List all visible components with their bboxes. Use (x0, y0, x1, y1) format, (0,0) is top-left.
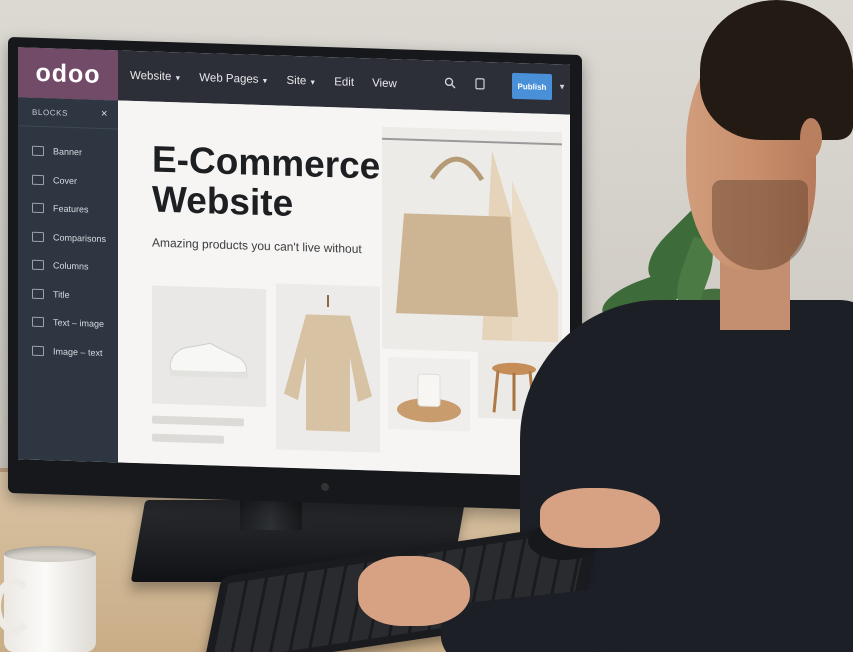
block-columns[interactable]: Columns (18, 250, 118, 282)
columns-icon (32, 259, 44, 271)
comparisons-icon (32, 231, 44, 242)
logo[interactable]: odoo (18, 47, 118, 101)
block-label: Banner (53, 146, 83, 158)
block-text-image[interactable]: Text – image (18, 307, 118, 339)
block-label: Features (53, 203, 89, 215)
menu-site[interactable]: Site ▼ (286, 75, 316, 88)
block-label: Image – text (53, 346, 103, 358)
cover-icon (32, 174, 44, 185)
chevron-down-icon: ▼ (174, 75, 182, 83)
block-label: Cover (53, 175, 78, 186)
block-list: Banner Cover Features Comparisons Column… (18, 126, 118, 367)
product-image-sneaker[interactable] (152, 285, 266, 408)
chevron-down-icon: ▼ (261, 77, 269, 86)
hero-title[interactable]: E-Commerce Website (152, 139, 392, 228)
block-banner[interactable]: Banner (18, 136, 118, 168)
menu-view[interactable]: View (372, 77, 397, 90)
right-hand (540, 488, 660, 548)
menu-web-pages-label: Web Pages (199, 71, 259, 86)
chevron-down-icon: ▼ (309, 79, 317, 87)
main-menu: Website ▼ Web Pages ▼ Site ▼ Edit View (130, 51, 397, 109)
scene: odoo Website ▼ Web Pages ▼ Site ▼ Edit View (0, 0, 853, 652)
blocks-sidebar: BLOCKS × Banner Cover Features Compariso… (18, 97, 118, 463)
left-hand (358, 556, 470, 626)
search-icon[interactable] (444, 77, 456, 92)
block-comparisons[interactable]: Comparisons (18, 222, 118, 254)
chevron-down-icon[interactable]: ▼ (558, 82, 566, 91)
features-icon (32, 202, 44, 214)
power-button (321, 482, 329, 492)
menu-website-label: Website (130, 69, 172, 84)
menu-edit[interactable]: Edit (334, 76, 354, 89)
product-image-sweater[interactable] (276, 283, 380, 453)
title-icon (32, 288, 44, 299)
publish-button[interactable]: Publish (512, 72, 552, 101)
text-placeholder (152, 433, 224, 444)
block-features[interactable]: Features (18, 193, 118, 225)
image-text-icon (32, 345, 44, 356)
text-image-icon (32, 316, 44, 328)
close-icon[interactable]: × (101, 108, 108, 120)
top-icons (444, 77, 486, 93)
mug-rim (4, 546, 96, 562)
person-beard (712, 180, 808, 270)
logo-text: odoo (35, 58, 101, 89)
menu-website[interactable]: Website ▼ (130, 70, 181, 84)
hero-subtitle[interactable]: Amazing products you can't live without (152, 236, 362, 257)
screen: odoo Website ▼ Web Pages ▼ Site ▼ Edit View (18, 47, 570, 477)
menu-site-label: Site (286, 74, 307, 88)
text-placeholder (152, 415, 244, 427)
block-title[interactable]: Title (18, 279, 118, 311)
monitor: odoo Website ▼ Web Pages ▼ Site ▼ Edit View (8, 36, 582, 512)
block-label: Text – image (53, 317, 105, 330)
mobile-preview-icon[interactable] (474, 78, 486, 93)
product-image-cup[interactable] (388, 356, 470, 432)
banner-icon (32, 145, 44, 157)
block-label: Title (53, 289, 70, 300)
menu-web-pages[interactable]: Web Pages ▼ (199, 72, 268, 86)
block-label: Comparisons (53, 232, 107, 244)
page-canvas[interactable]: E-Commerce Website Amazing products you … (118, 100, 570, 477)
product-image-handbag[interactable] (382, 126, 562, 355)
person-ear (800, 118, 822, 158)
block-cover[interactable]: Cover (18, 165, 118, 197)
block-image-text[interactable]: Image – text (18, 336, 118, 368)
sidebar-title: BLOCKS (32, 107, 69, 118)
block-label: Columns (53, 260, 89, 272)
sidebar-header: BLOCKS × (18, 97, 118, 130)
person-hair (700, 0, 853, 140)
